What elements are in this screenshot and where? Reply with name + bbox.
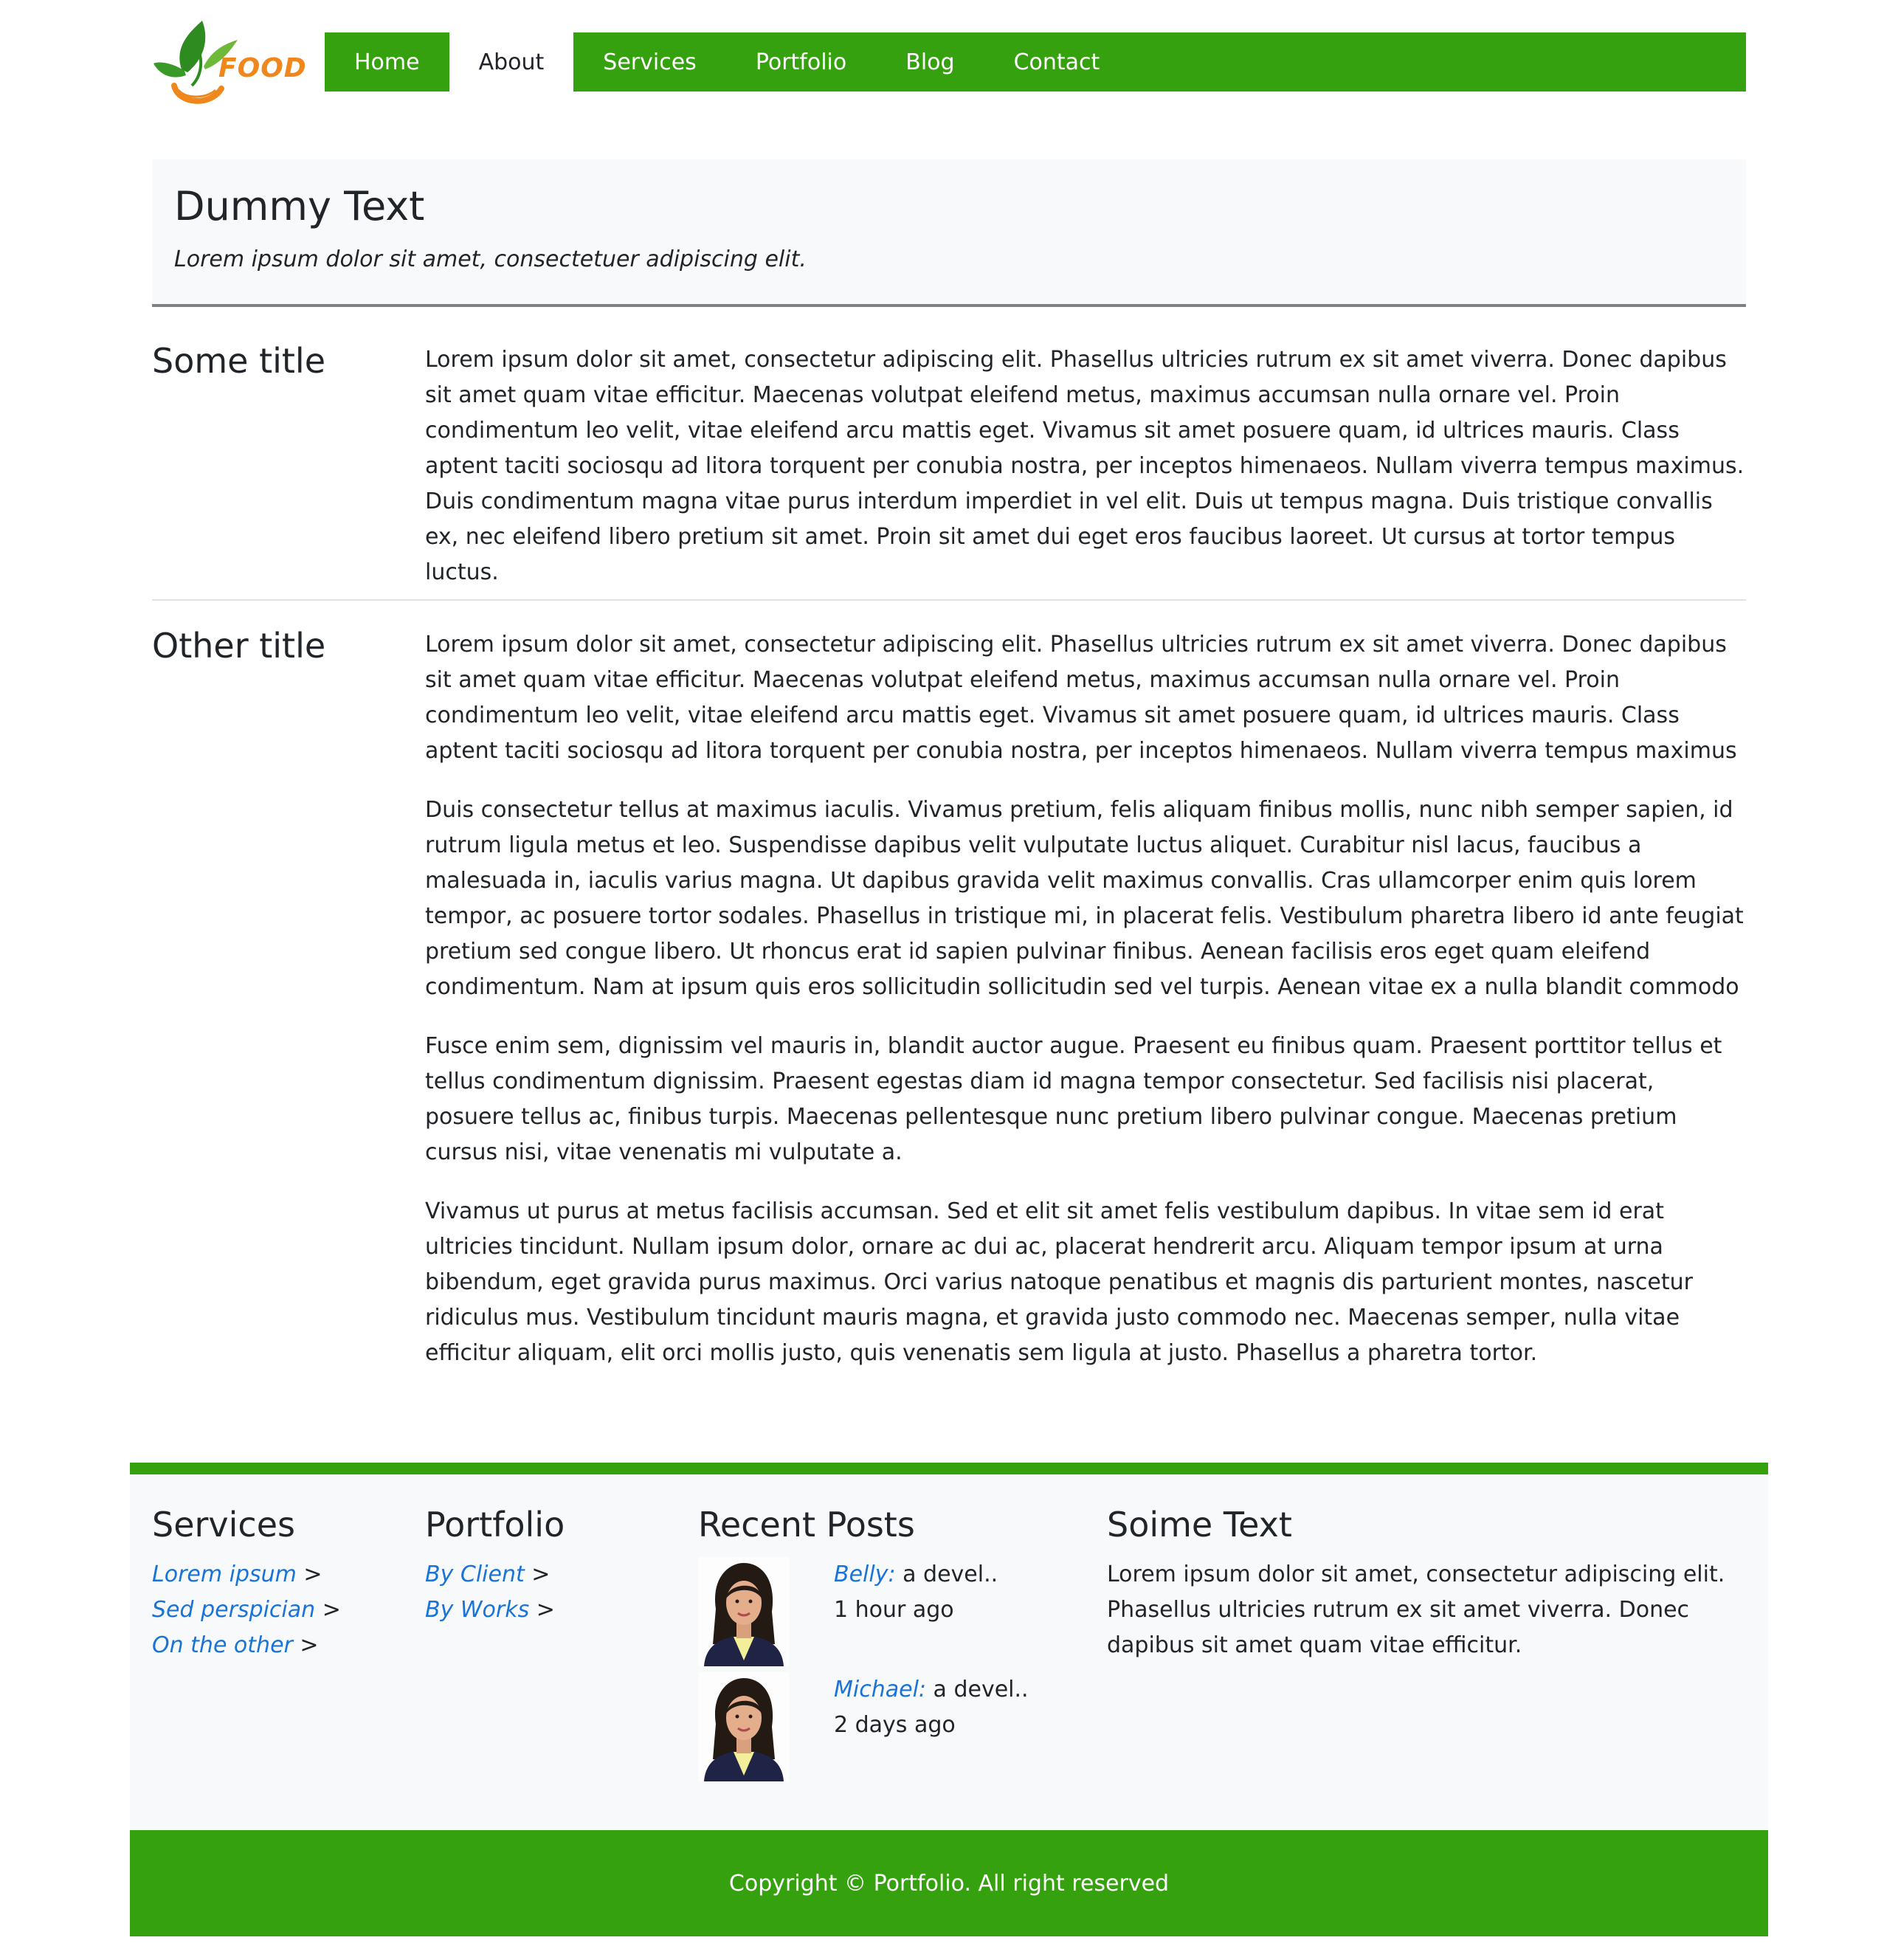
section-body-some: Lorem ipsum dolor sit amet, consectetur … (425, 342, 1747, 614)
footer-some-text: Soime Text Lorem ipsum dolor sit amet, c… (1107, 1504, 1742, 1663)
chevron-right-icon: > (322, 1597, 341, 1623)
chevron-right-icon: > (536, 1597, 555, 1623)
post-author-link[interactable]: Michael: (834, 1677, 926, 1702)
nav-portfolio[interactable]: Portfolio (726, 32, 876, 92)
section-divider (152, 599, 1746, 601)
person-avatar-icon (698, 1672, 790, 1781)
nav-services-label: Services (603, 49, 697, 75)
footer-link-item: By Works > (425, 1592, 565, 1628)
chevron-right-icon: > (531, 1562, 551, 1587)
main-nav: Home About Services Portfolio Blog Conta… (325, 32, 1746, 92)
post-author-link[interactable]: Belly: (834, 1562, 896, 1587)
section-paragraph: Duis consectetur tellus at maximus iacul… (425, 797, 1744, 1000)
nav-contact[interactable]: Contact (984, 32, 1130, 92)
logo-text: FOOD (218, 53, 307, 83)
recent-post-line: Belly: a devel.. (834, 1557, 998, 1592)
page-title: Dummy Text (174, 183, 425, 230)
section-title-other: Other title (152, 626, 326, 666)
recent-post-item[interactable]: Michael: a devel.. 2 days ago (698, 1672, 1082, 1781)
site-header: FOOD Home About Services Portfolio Blog … (152, 18, 1746, 111)
footer-link-item: By Client > (425, 1557, 565, 1592)
nav-home-label: Home (354, 49, 420, 75)
nav-home[interactable]: Home (325, 32, 449, 92)
nav-blog[interactable]: Blog (876, 32, 984, 92)
footer-some-text-body: Lorem ipsum dolor sit amet, consectetur … (1107, 1562, 1725, 1658)
footer-link-on-the-other[interactable]: On the other (152, 1632, 293, 1658)
footer-services: Services Lorem ipsum > Sed perspician > … (152, 1504, 341, 1663)
person-avatar-icon (698, 1557, 790, 1666)
site-footer: Services Lorem ipsum > Sed perspician > … (130, 1463, 1768, 1843)
post-time: 1 hour ago (834, 1597, 954, 1623)
footer-services-title: Services (152, 1505, 295, 1545)
section-body-other: Lorem ipsum dolor sit amet, consectetur … (425, 627, 1747, 1395)
section-paragraph: Lorem ipsum dolor sit amet, consectetur … (425, 632, 1737, 764)
footer-portfolio: Portfolio By Client > By Works > (425, 1504, 565, 1628)
footer-some-text-title: Soime Text (1107, 1505, 1292, 1545)
footer-portfolio-title: Portfolio (425, 1505, 565, 1545)
footer-link-by-works[interactable]: By Works (425, 1597, 529, 1623)
chevron-right-icon: > (300, 1632, 319, 1658)
nav-portfolio-label: Portfolio (755, 49, 847, 75)
nav-about[interactable]: About (449, 32, 574, 92)
chevron-right-icon: > (303, 1562, 322, 1587)
footer-link-item: On the other > (152, 1628, 341, 1663)
footer-link-by-client[interactable]: By Client (425, 1562, 525, 1587)
page-subtitle: Lorem ipsum dolor sit amet, consectetuer… (174, 246, 807, 272)
recent-post-meta: Michael: a devel.. 2 days ago (834, 1672, 1029, 1743)
post-time: 2 days ago (834, 1712, 956, 1738)
recent-post-meta: Belly: a devel.. 1 hour ago (834, 1557, 998, 1628)
copyright-bar: Copyright © Portfolio. All right reserve… (130, 1830, 1768, 1936)
section-paragraph: Fusce enim sem, dignissim vel mauris in,… (425, 1033, 1722, 1165)
footer-recent-posts: Recent Posts Belly: a devel.. 1 hour ago… (698, 1504, 1097, 1814)
footer-link-lorem-ipsum[interactable]: Lorem ipsum (152, 1562, 297, 1587)
footer-recent-posts-title: Recent Posts (698, 1505, 915, 1545)
post-excerpt: a devel.. (926, 1677, 1029, 1702)
nav-blog-label: Blog (905, 49, 955, 75)
nav-about-label: About (478, 49, 545, 75)
recent-post-line: Michael: a devel.. (834, 1672, 1029, 1708)
footer-link-item: Lorem ipsum > (152, 1557, 341, 1592)
footer-link-item: Sed perspician > (152, 1592, 341, 1628)
footer-link-sed-perspician[interactable]: Sed perspician (152, 1597, 315, 1623)
nav-services[interactable]: Services (573, 32, 726, 92)
copyright-text: Copyright © Portfolio. All right reserve… (728, 1870, 1170, 1897)
post-excerpt: a devel.. (895, 1562, 998, 1587)
food-logo[interactable]: FOOD (152, 18, 306, 111)
section-title-some: Some title (152, 341, 326, 381)
page-header-banner: Dummy Text Lorem ipsum dolor sit amet, c… (152, 159, 1746, 307)
recent-post-item[interactable]: Belly: a devel.. 1 hour ago (698, 1557, 1082, 1666)
avatar (698, 1557, 790, 1666)
nav-contact-label: Contact (1013, 49, 1100, 75)
section-paragraph: Lorem ipsum dolor sit amet, consectetur … (425, 347, 1745, 585)
section-paragraph: Vivamus ut purus at metus facilisis accu… (425, 1198, 1693, 1366)
avatar (698, 1672, 790, 1781)
